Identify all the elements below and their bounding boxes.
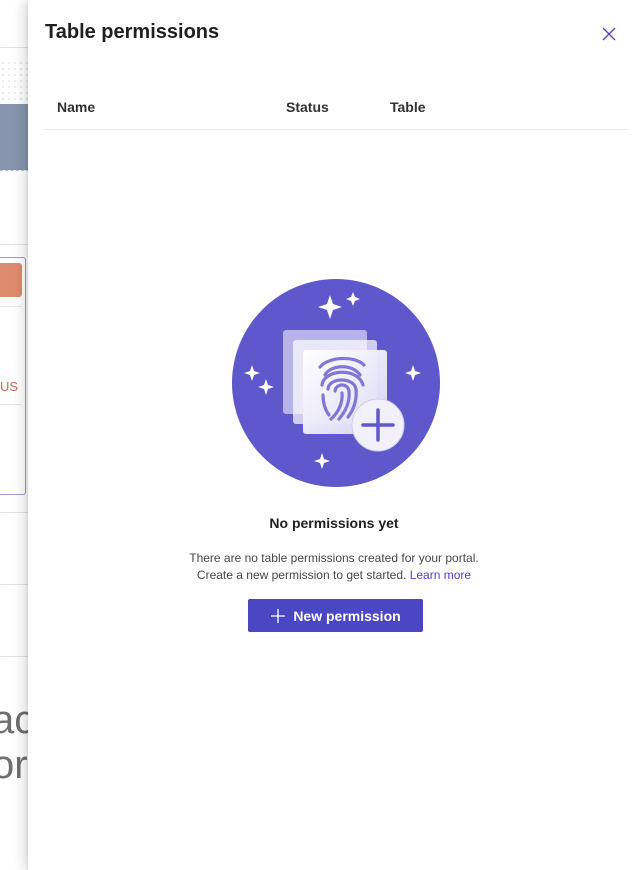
panel-title: Table permissions — [45, 21, 220, 43]
table-permissions-panel: Table permissions Name Status Table No p… — [28, 0, 640, 870]
empty-state-description-line: Create a new permission to get started. … — [28, 567, 640, 584]
close-button[interactable] — [598, 23, 620, 45]
new-permission-label: New permission — [293, 607, 401, 624]
permissions-table-header: Name Status Table — [44, 86, 628, 130]
column-header-name[interactable]: Name — [57, 99, 95, 115]
column-header-status[interactable]: Status — [286, 99, 329, 115]
background-heading-fragment: or — [0, 743, 28, 787]
background-divider — [0, 306, 22, 307]
close-icon — [602, 27, 616, 41]
empty-state-description-text: Create a new permission to get started. — [196, 568, 407, 582]
empty-state-title: No permissions yet — [269, 515, 399, 531]
background-text-snippet: US — [0, 379, 19, 394]
column-header-table[interactable]: Table — [390, 99, 426, 115]
background-divider — [0, 404, 22, 405]
empty-state-description: There are no table permissions created f… — [28, 550, 640, 584]
learn-more-link[interactable]: Learn more — [410, 568, 471, 582]
background-orange-button — [0, 263, 22, 297]
plus-icon — [271, 608, 286, 623]
background-pattern — [0, 60, 30, 100]
new-permission-button[interactable]: New permission — [248, 599, 423, 632]
fingerprint-add-icon — [232, 279, 440, 487]
empty-state-description-line: There are no table permissions created f… — [189, 551, 479, 565]
